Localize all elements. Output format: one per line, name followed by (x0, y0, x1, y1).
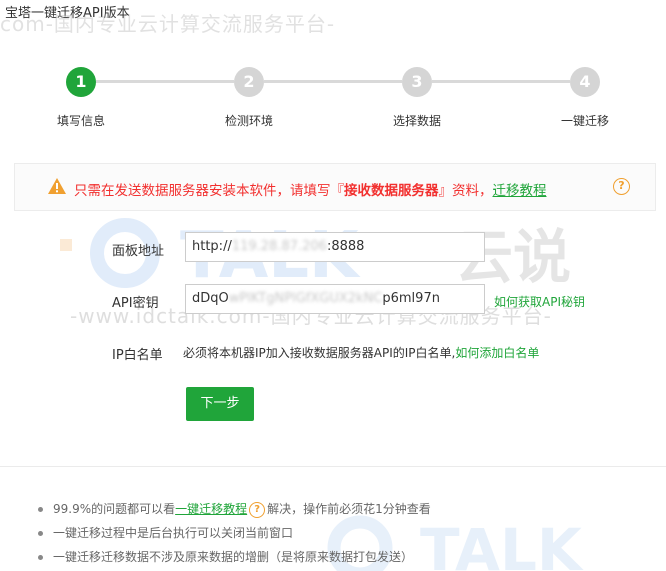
step-2-label: 检测环境 (224, 114, 273, 128)
note-text: 一键迁移迁移数据不涉及原来数据的增删（是将原来数据打包发送） (53, 550, 414, 564)
migration-tutorial-link[interactable]: 迁移教程 (493, 183, 547, 199)
step-1-label: 填写信息 (56, 114, 105, 128)
warning-alert: 只需在发送数据服务器安装本软件，请填写『接收数据服务器』资料，迁移教程 ? (14, 163, 656, 211)
alert-message: 只需在发送数据服务器安装本软件，请填写『接收数据服务器』资料，迁移教程 (74, 179, 547, 199)
alert-text-after: 』资料， (438, 183, 493, 199)
note-text: 99.9%的问题都可以看 (53, 502, 176, 516)
step-4-label: 一键迁移 (560, 114, 609, 128)
alert-text: 只需在发送数据服务器安装本软件，请填写『 (74, 183, 344, 199)
step-3-label: 选择数据 (392, 114, 441, 128)
warning-icon (48, 178, 66, 194)
step-3-circle: 3 (402, 67, 432, 97)
watermark-brand-bottom: TALK (420, 516, 584, 571)
api-key-suffix: p6ml97n (382, 291, 440, 306)
api-key-input[interactable]: dDqOwPlKTgNPlGfXGUX2kNCp6ml97n (185, 284, 485, 314)
note-item: 一键迁移迁移数据不涉及原来数据的增删（是将原来数据打包发送） (38, 548, 431, 571)
step-connector (96, 80, 234, 83)
api-key-label: API密钥 (112, 296, 159, 311)
note-item: 一键迁移过程中是后台执行可以关闭当前窗口 (38, 524, 431, 548)
step-progress: 1 2 3 4 填写信息 检测环境 选择数据 一键迁移 (0, 60, 666, 130)
help-icon[interactable]: ? (249, 501, 266, 518)
note-text: 解决，操作前必须花1分钟查看 (267, 502, 431, 516)
ip-whitelist-hint: 必须将本机器IP加入接收数据服务器API的IP白名单,如何添加白名单 (183, 344, 539, 361)
note-text: 一键迁移过程中是后台执行可以关闭当前窗口 (53, 526, 294, 540)
note-item: 99.9%的问题都可以看一键迁移教程? 解决，操作前必须花1分钟查看 (38, 500, 431, 524)
notes-list: 99.9%的问题都可以看一键迁移教程? 解决，操作前必须花1分钟查看 一键迁移过程… (38, 500, 431, 571)
step-2-circle: 2 (234, 67, 264, 97)
migration-guide-link[interactable]: 一键迁移教程 (175, 502, 247, 516)
step-1-circle: 1 (66, 67, 96, 97)
panel-url-prefix: http:// (192, 239, 232, 254)
panel-url-masked: 119.28.87.206 (231, 239, 327, 254)
help-icon[interactable]: ? (613, 178, 630, 195)
whitelist-hint-text: 必须将本机器IP加入接收数据服务器API的IP白名单, (183, 346, 456, 360)
panel-url-label: 面板地址 (112, 244, 165, 259)
api-key-masked: wPlKTgNPlGfXGUX2kNC (228, 291, 383, 306)
get-api-key-link[interactable]: 如何获取API秘钥 (494, 293, 585, 310)
watermark-text-top: com-国内专业云计算交流服务平台- (0, 12, 336, 36)
alert-bold-text: 接收数据服务器 (344, 183, 439, 199)
divider (0, 466, 666, 467)
step-4-circle: 4 (570, 67, 600, 97)
step-connector (432, 80, 570, 83)
api-key-prefix: dDqO (192, 291, 229, 306)
next-step-button[interactable]: 下一步 (186, 387, 254, 421)
panel-url-input[interactable]: http://119.28.87.206:8888 (185, 232, 485, 262)
panel-url-suffix: :8888 (326, 239, 365, 254)
ip-whitelist-label: IP白名单 (112, 348, 163, 363)
add-whitelist-link[interactable]: 如何添加白名单 (455, 346, 539, 360)
step-connector (264, 80, 402, 83)
